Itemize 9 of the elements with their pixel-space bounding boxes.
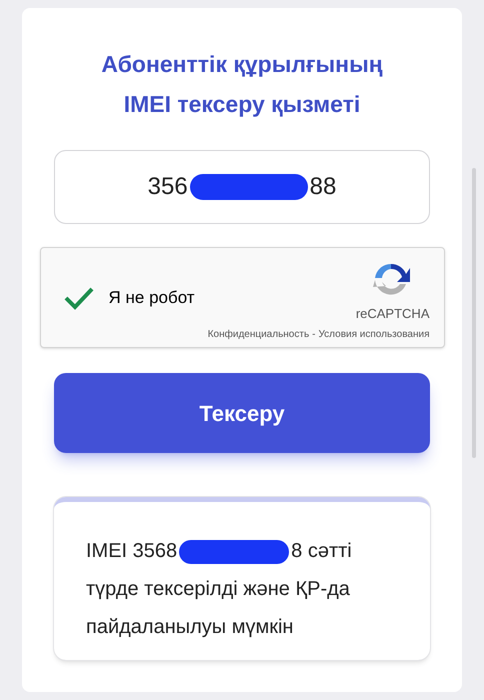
link-separator: - bbox=[312, 328, 316, 342]
page-title: Абоненттік құрылғының IMEI тексеру қызметі bbox=[100, 50, 384, 119]
privacy-link[interactable]: Конфиденциальность bbox=[208, 326, 310, 342]
check-button[interactable]: Тексеру bbox=[54, 373, 430, 453]
imei-input-field[interactable]: 356 88 bbox=[54, 150, 430, 224]
checkbox-label: Я не робот bbox=[108, 286, 195, 309]
result-message: IMEI 3568 8 сәтті түрде тексерілді және ҚР-да пайдаланылуы мүмкін bbox=[86, 538, 353, 640]
recaptcha-label: reCAPTCHA bbox=[356, 305, 430, 323]
terms-link[interactable]: Условия использования bbox=[318, 326, 430, 342]
